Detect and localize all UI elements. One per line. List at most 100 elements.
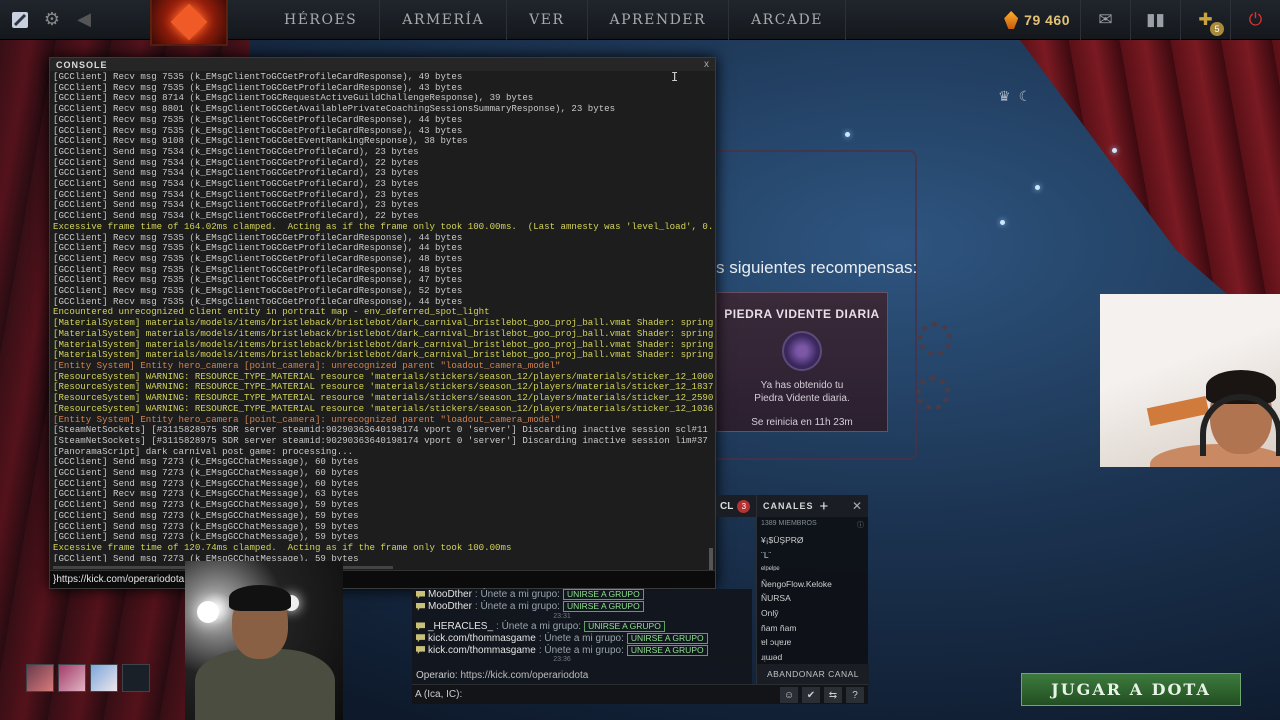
reward-card-title: PIEDRA VIDENTE DIARIA: [724, 307, 880, 321]
help-icon[interactable]: ?: [846, 687, 864, 703]
dota-logo-icon: [170, 3, 208, 41]
reward-heading: s siguientes recompensas:: [716, 258, 918, 277]
channels-title: CANALES: [763, 501, 814, 511]
nav-heroes[interactable]: HÉROES: [262, 0, 381, 40]
channels-panel: CANALES + ✕ 1389 MIEMBROS ⓘ ¥¡$ÜŞPRØ ¨L¨ ᵉ…: [756, 495, 869, 684]
chat-text: : Únete a mi grupo:: [538, 632, 624, 644]
chat-link[interactable]: : https://kick.com/operariodota: [455, 670, 588, 681]
party-avatar[interactable]: [90, 664, 118, 692]
channel-member[interactable]: ɐl ɔɥɐɹɐ: [757, 635, 868, 650]
main-nav: HÉROES ARMERÍA VER APRENDER ARCADE: [262, 0, 846, 40]
console-line: [GCClient] Recv msg 7535 (k_EMsgClientTo…: [53, 113, 463, 125]
notification-badge: 5: [1210, 22, 1224, 36]
shard-icon: [1004, 11, 1019, 29]
chat-bubble-icon: [416, 634, 425, 643]
console-window[interactable]: CONSOLE x [GCClient] Recv msg 7535 (k_EM…: [49, 57, 716, 589]
dota-logo-button[interactable]: [150, 0, 228, 46]
party-empty-slot[interactable]: [122, 664, 150, 692]
chat-sender[interactable]: _HERACLES_: [428, 621, 493, 632]
emoji-icon[interactable]: ☺: [780, 687, 798, 703]
channel-member[interactable]: ñam ñam: [757, 621, 868, 636]
chat-input[interactable]: A (Ica, IC):: [415, 689, 462, 700]
chat-message: MooDther: Únete a mi grupo: UNIRSE A GRUP…: [412, 589, 752, 601]
shards-value: 79 460: [1024, 12, 1070, 28]
console-titlebar[interactable]: CONSOLE x: [50, 58, 715, 71]
notification-plus-icon[interactable]: ✚: [1180, 0, 1230, 40]
add-channel-icon[interactable]: +: [820, 498, 829, 515]
join-party-button[interactable]: UNIRSE A GRUPO: [626, 632, 708, 644]
settings-gear-icon[interactable]: ⚙: [36, 0, 68, 40]
star-decoration: [1035, 185, 1040, 190]
join-party-button[interactable]: UNIRSE A GRUPO: [626, 644, 708, 656]
party-avatar[interactable]: [58, 664, 86, 692]
chat-timestamp: 23:31: [553, 612, 571, 620]
battle-pass-icon[interactable]: ▮▮: [1130, 0, 1180, 40]
chat-message: kick.com/thommasgame: Únete a mi grupo: U…: [412, 632, 752, 644]
nav-arcade[interactable]: ARCADE: [729, 0, 846, 40]
channel-member[interactable]: ¥¡$ÜŞPRØ: [757, 533, 868, 548]
info-icon[interactable]: ⓘ: [857, 520, 864, 530]
star-decoration: [1112, 148, 1117, 153]
mail-inbox-icon[interactable]: ✉: [1080, 0, 1130, 40]
nav-armory[interactable]: ARMERÍA: [380, 0, 508, 40]
channel-member[interactable]: ᵉˡᵖᵉˡᵖᵉ: [757, 562, 868, 577]
console-scrollbar[interactable]: [709, 548, 713, 572]
chat-message: _HERACLES_: Únete a mi grupo: UNIRSE A GR…: [412, 620, 752, 633]
console-input[interactable]: }https://kick.com/operariodota: [50, 570, 715, 588]
channel-member[interactable]: ¨L¨: [757, 548, 868, 563]
channel-member[interactable]: Onlŷ: [757, 606, 868, 621]
join-party-button[interactable]: UNIRSE A GRUPO: [562, 589, 644, 601]
chat-bubble-icon: [416, 622, 425, 631]
back-arrow-icon[interactable]: ◀: [68, 0, 100, 40]
channels-header: CANALES + ✕: [757, 495, 868, 517]
chat-bubble-icon: [416, 602, 425, 611]
translate-icon[interactable]: ⇆: [824, 687, 842, 703]
chat-text: : Únete a mi grupo:: [538, 644, 624, 656]
console-line: [SteamNetSockets] [#3115828975 SDR serve…: [53, 434, 713, 446]
console-log[interactable]: [GCClient] Recv msg 7535 (k_EMsgClientTo…: [53, 72, 713, 562]
chat-tab[interactable]: CL 3: [716, 495, 756, 517]
chat-bubble-icon: [416, 590, 425, 599]
chat-sender[interactable]: MooDther: [428, 589, 472, 600]
steam-overlay-icon[interactable]: [4, 0, 36, 40]
chat-sender[interactable]: kick.com/thommasgame: [428, 633, 536, 644]
moon-icon[interactable]: ☾: [1019, 88, 1032, 105]
webcam-overlay-right: [1100, 294, 1280, 467]
channel-member[interactable]: ÑengoFlow.Keloke: [757, 577, 868, 592]
members-count: 1389 MIEMBROS ⓘ: [761, 520, 864, 530]
chat-text: : Únete a mi grupo:: [474, 589, 560, 601]
nav-learn[interactable]: APRENDER: [588, 0, 730, 40]
play-dota-button[interactable]: JUGAR A DOTA: [1021, 673, 1241, 706]
console-line: [GCClient] Send msg 7273 (k_EMsgGCChatMe…: [53, 509, 359, 521]
text-cursor-icon: I: [671, 70, 679, 84]
channel-member[interactable]: ɹᴉɯǝd: [757, 650, 868, 665]
join-party-button[interactable]: UNIRSE A GRUPO: [562, 601, 644, 613]
party-avatar[interactable]: [26, 664, 54, 692]
crown-icon[interactable]: ♛: [998, 88, 1011, 105]
chat-message: MooDther: Únete a mi grupo: UNIRSE A GRUP…: [412, 601, 752, 613]
star-decoration: [1000, 220, 1005, 225]
power-quit-icon[interactable]: ⏻: [1230, 0, 1280, 40]
profile-quick-icons[interactable]: ♛ ☾: [998, 88, 1031, 105]
nav-watch[interactable]: VER: [507, 0, 588, 40]
chat-sender[interactable]: MooDther: [428, 601, 472, 612]
chat-last-message: Operario: https://kick.com/operariodota: [416, 670, 588, 681]
reward-card-text: Ya has obtenido tu Piedra Vidente diaria…: [754, 380, 850, 404]
console-title: CONSOLE: [56, 59, 108, 70]
leave-channel-button[interactable]: ABANDONAR CANAL: [757, 664, 869, 684]
chat-text: : Únete a mi grupo:: [496, 620, 582, 632]
chat-sender[interactable]: Operario: [416, 670, 455, 681]
chat-input-bar: A (Ica, IC): ☺ ✔ ⇆ ?: [412, 684, 868, 704]
console-line: [MaterialSystem] materials/models/items/…: [53, 327, 713, 339]
checkmark-icon[interactable]: ✔: [802, 687, 820, 703]
chat-message: kick.com/thommasgame: Únete a mi grupo: U…: [412, 644, 752, 656]
chat-sender[interactable]: kick.com/thommasgame: [428, 645, 536, 656]
join-party-button[interactable]: UNIRSE A GRUPO: [584, 620, 665, 632]
channel-member[interactable]: ÑURSA: [757, 591, 868, 606]
chat-bubble-icon: [416, 646, 425, 655]
star-decoration: [845, 132, 850, 137]
console-line: Excessive frame time of 164.02ms clamped…: [53, 220, 713, 232]
close-icon[interactable]: ✕: [852, 499, 862, 513]
shards-counter[interactable]: 79 460: [994, 11, 1080, 29]
close-icon[interactable]: x: [704, 59, 709, 70]
